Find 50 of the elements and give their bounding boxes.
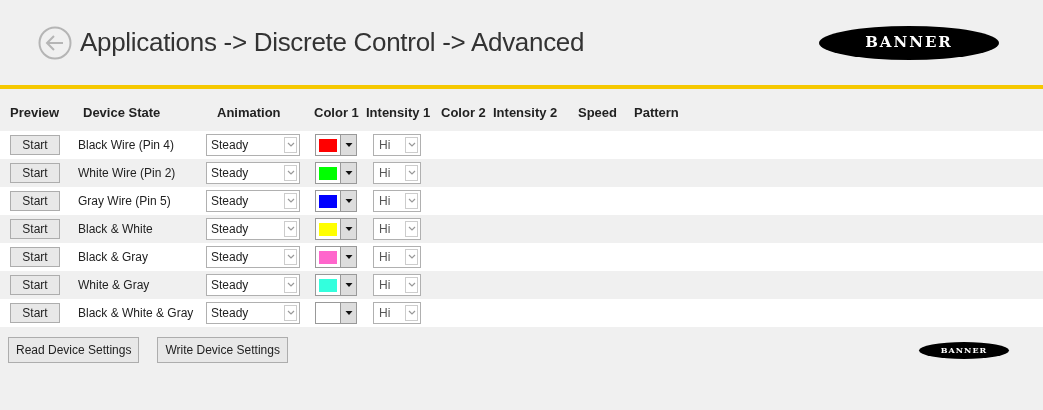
device-state: Black & White & Gray	[78, 305, 195, 322]
color-picker[interactable]	[315, 218, 357, 240]
intensity-dropdown[interactable]: Hi	[373, 162, 421, 184]
color-picker[interactable]	[315, 190, 357, 212]
settings-button[interactable]: Write Device Settings	[157, 337, 288, 363]
intensity-dropdown[interactable]: Hi	[373, 302, 421, 324]
device-state: Black Wire (Pin 4)	[78, 137, 176, 154]
animation-dropdown[interactable]: Steady	[206, 218, 300, 240]
color-picker[interactable]	[315, 302, 357, 324]
device-state: Black & White	[78, 221, 154, 238]
animation-dropdown[interactable]: Steady	[206, 190, 300, 212]
intensity-dropdown[interactable]: Hi	[373, 246, 421, 268]
device-state: White & Gray	[78, 277, 151, 294]
start-button[interactable]: Start	[10, 275, 60, 295]
color-picker[interactable]	[315, 162, 357, 184]
start-button[interactable]: Start	[10, 191, 60, 211]
animation-dropdown[interactable]: Steady	[206, 162, 300, 184]
animation-dropdown[interactable]: Steady	[206, 134, 300, 156]
start-button[interactable]: Start	[10, 219, 60, 239]
animation-dropdown[interactable]: Steady	[206, 246, 300, 268]
start-button[interactable]: Start	[10, 135, 60, 155]
column-header: Device State	[83, 104, 161, 123]
page-title: Applications -> Discrete Control -> Advanced	[80, 26, 585, 59]
column-header: Color 1	[314, 104, 359, 123]
column-header: Intensity 1	[366, 104, 431, 123]
device-state: Gray Wire (Pin 5)	[78, 193, 172, 210]
back-icon[interactable]	[38, 25, 72, 60]
animation-dropdown[interactable]: Steady	[206, 302, 300, 324]
start-button[interactable]: Start	[10, 247, 60, 267]
color-picker[interactable]	[315, 134, 357, 156]
column-header: Preview	[10, 104, 60, 123]
animation-dropdown[interactable]: Steady	[206, 274, 300, 296]
intensity-dropdown[interactable]: Hi	[373, 190, 421, 212]
color-picker[interactable]	[315, 246, 357, 268]
device-state: Black & Gray	[78, 249, 150, 266]
column-header: Color 2	[441, 104, 486, 123]
intensity-dropdown[interactable]: Hi	[373, 274, 421, 296]
start-button[interactable]: Start	[10, 163, 60, 183]
start-button[interactable]: Start	[10, 303, 60, 323]
banner-logo: BANNER	[819, 25, 999, 60]
column-header: Intensity 2	[493, 104, 558, 123]
intensity-dropdown[interactable]: Hi	[373, 134, 421, 156]
column-header: Speed	[578, 104, 617, 123]
column-header: Animation	[217, 104, 281, 123]
intensity-dropdown[interactable]: Hi	[373, 218, 421, 240]
column-header: Pattern	[634, 104, 679, 123]
color-picker[interactable]	[315, 274, 357, 296]
device-state: White Wire (Pin 2)	[78, 165, 177, 182]
settings-button[interactable]: Read Device Settings	[8, 337, 140, 363]
banner-logo: BANNER	[919, 341, 1009, 359]
